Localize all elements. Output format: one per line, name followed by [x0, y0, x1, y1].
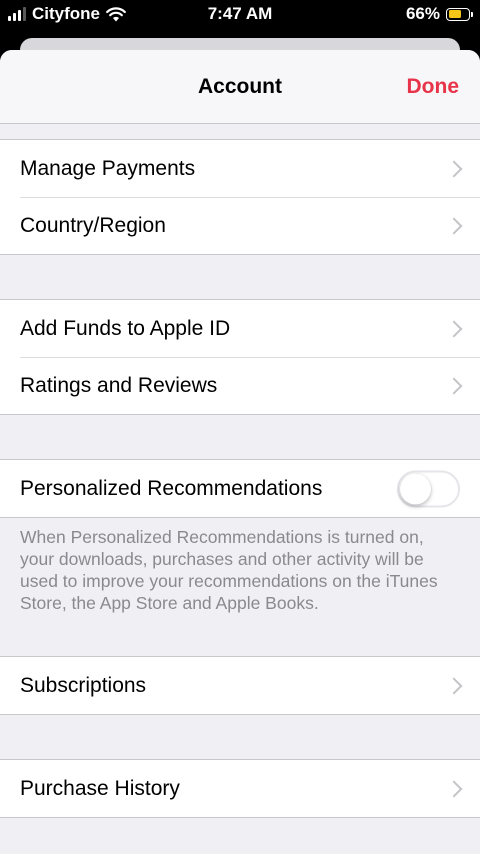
ratings-reviews-label: Ratings and Reviews: [20, 373, 218, 397]
payments-group: Manage Payments Country/Region: [0, 139, 480, 255]
purchase-history-label: Purchase History: [20, 776, 180, 800]
chevron-right-icon: [445, 780, 463, 797]
account-sheet: Account Done Manage Payments Country/Reg…: [0, 50, 480, 854]
done-button[interactable]: Done: [407, 75, 460, 99]
chevron-right-icon: [445, 160, 463, 177]
personalized-recommendations-row: Personalized Recommendations: [0, 460, 480, 517]
status-bar: Cityfone 7:47 AM 66%: [0, 0, 480, 30]
battery-percent: 66%: [405, 4, 440, 23]
funds-group: Add Funds to Apple ID Ratings and Review…: [0, 299, 480, 415]
manage-payments-label: Manage Payments: [20, 156, 196, 180]
battery-icon: [446, 7, 473, 21]
navigation-bar: Account Done: [0, 50, 480, 124]
country-region-label: Country/Region: [20, 213, 166, 237]
chevron-right-icon: [445, 677, 463, 694]
personalized-recommendations-label: Personalized Recommendations: [20, 476, 323, 500]
status-right: 66%: [405, 4, 473, 24]
country-region-row[interactable]: Country/Region: [0, 197, 480, 254]
chevron-right-icon: [445, 320, 463, 337]
toggle-knob: [400, 473, 431, 504]
chevron-right-icon: [445, 217, 463, 234]
manage-payments-row[interactable]: Manage Payments: [0, 140, 480, 197]
battery-level: [448, 10, 462, 18]
purchase-history-row[interactable]: Purchase History: [0, 760, 480, 817]
personalized-group: Personalized Recommendations: [0, 459, 480, 518]
subscriptions-group: Subscriptions: [0, 656, 480, 715]
subscriptions-row[interactable]: Subscriptions: [0, 657, 480, 714]
ratings-reviews-row[interactable]: Ratings and Reviews: [0, 357, 480, 414]
personalized-recommendations-toggle[interactable]: [397, 470, 460, 507]
add-funds-row[interactable]: Add Funds to Apple ID: [0, 300, 480, 357]
purchase-history-group: Purchase History: [0, 759, 480, 818]
subscriptions-label: Subscriptions: [20, 673, 147, 697]
add-funds-label: Add Funds to Apple ID: [20, 316, 231, 340]
personalized-recommendations-note: When Personalized Recommendations is tur…: [20, 527, 438, 613]
chevron-right-icon: [445, 377, 463, 394]
